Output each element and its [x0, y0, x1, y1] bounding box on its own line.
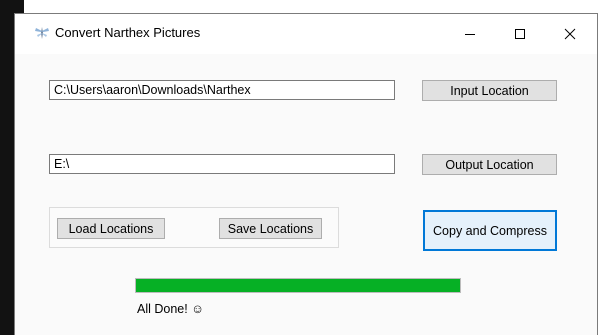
app-window: Convert Narthex Pictures C:\Users\aaron\… [14, 13, 598, 335]
title-bar[interactable]: Convert Narthex Pictures [15, 14, 597, 54]
progress-fill [136, 279, 460, 292]
input-location-button[interactable]: Input Location [422, 80, 557, 101]
maximize-icon [515, 29, 525, 39]
input-path-field[interactable]: C:\Users\aaron\Downloads\Narthex [49, 80, 395, 100]
maximize-button[interactable] [497, 14, 543, 54]
progress-bar [135, 278, 461, 293]
window-title: Convert Narthex Pictures [55, 25, 201, 40]
window-content: C:\Users\aaron\Downloads\Narthex Input L… [15, 54, 597, 335]
close-icon [564, 28, 576, 40]
copy-and-compress-button[interactable]: Copy and Compress [423, 210, 557, 251]
minimize-button[interactable] [447, 14, 493, 54]
dragonfly-icon [33, 24, 51, 42]
output-path-field[interactable]: E:\ [49, 154, 395, 174]
load-locations-button[interactable]: Load Locations [57, 218, 165, 239]
output-location-button[interactable]: Output Location [422, 154, 557, 175]
close-button[interactable] [547, 14, 593, 54]
save-locations-button[interactable]: Save Locations [219, 218, 322, 239]
minimize-icon [465, 34, 475, 35]
status-text: All Done! ☺ [137, 302, 204, 316]
